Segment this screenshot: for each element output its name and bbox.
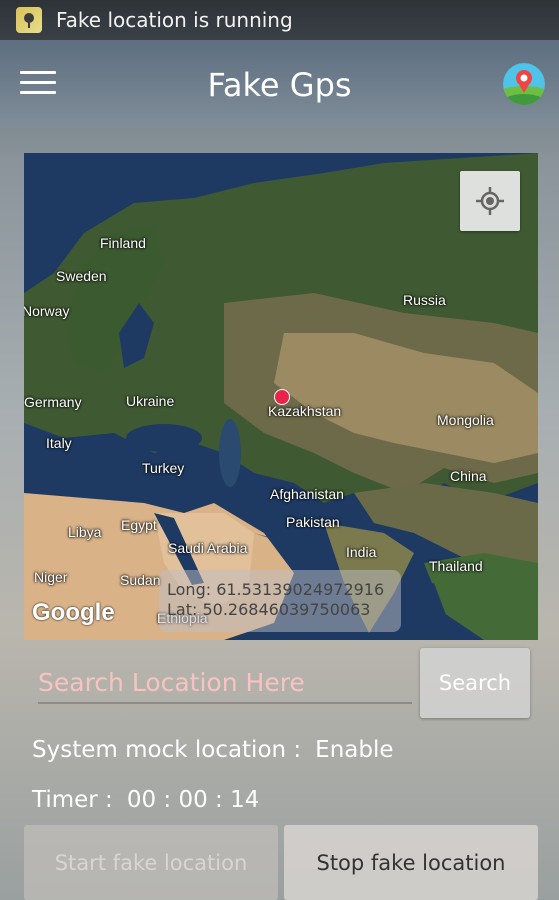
mock-location-label: System mock location :: [32, 737, 302, 763]
app-notification-icon: [16, 7, 42, 33]
map-label-pakistan: Pakistan: [286, 514, 340, 530]
map-label-saudi-arabia: Saudi Arabia: [168, 540, 248, 556]
stop-fake-location-button[interactable]: Stop fake location: [284, 825, 538, 900]
mock-location-row: System mock location : Enable: [32, 737, 394, 763]
page-title: Fake Gps: [207, 66, 352, 104]
search-input[interactable]: [38, 662, 412, 704]
status-text: Fake location is running: [56, 8, 293, 32]
map-label-sudan: Sudan: [120, 572, 161, 588]
location-pin-marker[interactable]: [274, 389, 290, 405]
map-label-thailand: Thailand: [429, 558, 483, 574]
crosshair-location-icon: [476, 187, 504, 215]
google-logo: Google: [32, 599, 115, 626]
map-view[interactable]: Finland Sweden Norway Russia Germany Ukr…: [24, 153, 538, 640]
coordinates-panel: Long: 61.53139024972916 Lat: 50.26846039…: [159, 570, 401, 632]
map-label-russia: Russia: [403, 292, 446, 308]
map-label-egypt: Egypt: [121, 517, 157, 533]
timer-row: Timer : 00 : 00 : 14: [32, 787, 259, 813]
map-label-niger: Niger: [34, 569, 68, 585]
timer-label: Timer :: [32, 787, 113, 813]
search-button[interactable]: Search: [420, 648, 530, 718]
map-label-germany: Germany: [24, 394, 82, 410]
map-label-mongolia: Mongolia: [437, 412, 494, 428]
map-label-kazakhstan: Kazakhstan: [268, 403, 342, 419]
map-label-india: India: [346, 544, 377, 560]
timer-value: 00 : 00 : 14: [126, 787, 260, 813]
map-label-finland: Finland: [100, 235, 146, 251]
app-bar: Fake Gps: [0, 40, 559, 128]
map-label-libya: Libya: [68, 524, 102, 540]
map-label-afghanistan: Afghanistan: [270, 486, 344, 502]
start-fake-location-button[interactable]: Start fake location: [24, 825, 278, 900]
map-label-ukraine: Ukraine: [126, 393, 175, 409]
map-label-sweden: Sweden: [56, 268, 107, 284]
map-pin-globe-icon[interactable]: [503, 63, 545, 105]
my-location-button[interactable]: [460, 171, 520, 231]
mock-location-value: Enable: [315, 737, 394, 763]
map-label-turkey: Turkey: [142, 460, 185, 476]
status-bar: Fake location is running: [0, 0, 559, 40]
longitude-text: Long: 61.53139024972916: [167, 580, 385, 599]
latitude-text: Lat: 50.26846039750063: [167, 600, 371, 619]
map-label-italy: Italy: [46, 435, 72, 451]
map-label-china: China: [450, 468, 487, 484]
map-label-norway: Norway: [24, 303, 70, 319]
